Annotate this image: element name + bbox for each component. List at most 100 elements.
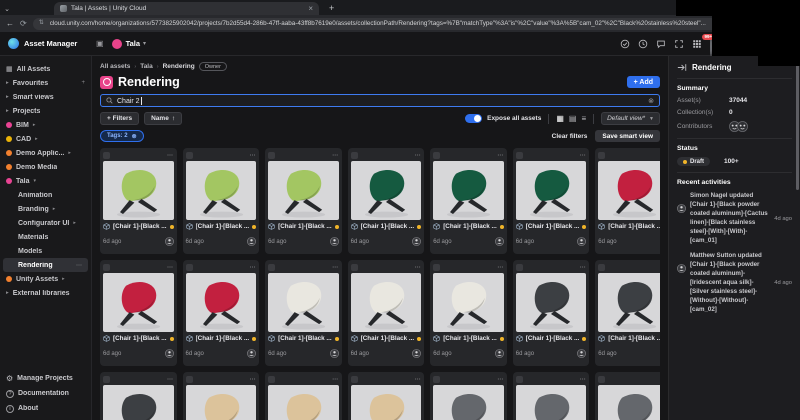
asset-card[interactable]: ⋯[Chair 1]-[Black ...6d ago bbox=[348, 372, 425, 420]
asset-card[interactable]: ⋯[Chair 1]-[Black ...6d ago bbox=[348, 148, 425, 254]
clear-search-icon[interactable]: ⊗ bbox=[648, 97, 654, 105]
sidebar-item-favourites[interactable]: ▸Favourites+ bbox=[0, 76, 91, 90]
sidebar-item-configurator-ui[interactable]: Configurator UI▸ bbox=[0, 216, 91, 230]
card-checkbox[interactable] bbox=[268, 376, 275, 383]
sidebar-item-bim[interactable]: BIM▸ bbox=[0, 118, 91, 132]
sidebar-footer-about[interactable]: iAbout bbox=[0, 401, 91, 416]
asset-card[interactable]: ⋯[Chair 1]-[Black ...6d ago bbox=[100, 372, 177, 420]
asset-card[interactable]: ⋯[Chair 1]-[Black ...6d ago bbox=[265, 372, 342, 420]
breadcrumb-rendering[interactable]: Rendering bbox=[163, 63, 195, 70]
org-name[interactable]: Tala bbox=[126, 39, 140, 48]
site-info-icon[interactable]: ⇅ bbox=[39, 20, 46, 27]
card-menu-icon[interactable]: ⋯ bbox=[580, 152, 587, 159]
card-menu-icon[interactable]: ⋯ bbox=[250, 376, 257, 383]
remove-tag-icon[interactable]: ⊗ bbox=[132, 133, 137, 140]
item-menu-icon[interactable]: ⋯ bbox=[76, 262, 82, 269]
org-chevron-down-icon[interactable]: ▾ bbox=[143, 40, 146, 47]
breadcrumb-tala[interactable]: Tala bbox=[140, 63, 153, 70]
card-checkbox[interactable] bbox=[103, 376, 110, 383]
asset-card[interactable]: ⋯[Chair 1]-[Black ...6d ago bbox=[513, 372, 590, 420]
app-brand[interactable]: Asset Manager bbox=[0, 38, 92, 49]
card-menu-icon[interactable]: ⋯ bbox=[167, 376, 174, 383]
sidebar-item-tala[interactable]: Tala▾ bbox=[0, 174, 91, 188]
sidebar-item-models[interactable]: Models bbox=[0, 244, 91, 258]
card-menu-icon[interactable]: ⋯ bbox=[167, 152, 174, 159]
filters-button[interactable]: + Filters bbox=[100, 112, 139, 125]
card-checkbox[interactable] bbox=[103, 264, 110, 271]
sidebar-item-materials[interactable]: Materials bbox=[0, 230, 91, 244]
card-menu-icon[interactable]: ⋯ bbox=[167, 264, 174, 271]
activity-item[interactable]: Simon Nagel updated [Chair 1]-[Black pow… bbox=[677, 192, 792, 246]
sidebar-item-branding[interactable]: Branding▸ bbox=[0, 202, 91, 216]
check-circle-icon[interactable] bbox=[620, 39, 630, 49]
list-view-icon[interactable]: ≡ bbox=[581, 115, 586, 123]
card-checkbox[interactable] bbox=[186, 152, 193, 159]
browser-tab[interactable]: Tala | Assets | Unity Cloud × bbox=[54, 2, 319, 15]
card-checkbox[interactable] bbox=[516, 152, 523, 159]
asset-card[interactable]: ⋯[Chair 1]-[Black ...6d ago bbox=[513, 260, 590, 366]
clock-icon[interactable] bbox=[638, 39, 648, 49]
search-input[interactable]: Chair 2 ⊗ bbox=[100, 94, 660, 107]
panel-scrollbar[interactable] bbox=[796, 62, 799, 190]
card-menu-icon[interactable]: ⋯ bbox=[250, 152, 257, 159]
tab-close-icon[interactable]: × bbox=[308, 5, 313, 13]
new-tab-button[interactable]: + bbox=[329, 3, 334, 13]
card-menu-icon[interactable]: ⋯ bbox=[332, 376, 339, 383]
card-checkbox[interactable] bbox=[186, 264, 193, 271]
sidebar-footer-manage-projects[interactable]: ⚙Manage Projects bbox=[0, 371, 91, 386]
card-checkbox[interactable] bbox=[186, 376, 193, 383]
card-menu-icon[interactable]: ⋯ bbox=[497, 152, 504, 159]
reload-icon[interactable]: ⟳ bbox=[20, 20, 27, 28]
asset-card[interactable]: ⋯[Chair 1]-[Black ...6d ago bbox=[595, 260, 660, 366]
asset-card[interactable]: ⋯[Chair 1]-[Black ...6d ago bbox=[513, 148, 590, 254]
card-checkbox[interactable] bbox=[351, 376, 358, 383]
add-favourite-icon[interactable]: + bbox=[81, 80, 85, 86]
asset-card[interactable]: ⋯[Chair 1]-[Black ...6d ago bbox=[100, 260, 177, 366]
back-icon[interactable]: ← bbox=[6, 20, 14, 28]
card-menu-icon[interactable]: ⋯ bbox=[580, 264, 587, 271]
sidebar-footer-documentation[interactable]: ?Documentation bbox=[0, 386, 91, 401]
sidebar-item-rendering[interactable]: Rendering⋯ bbox=[3, 258, 88, 272]
asset-card[interactable]: ⋯[Chair 1]-[Black ...6d ago bbox=[183, 148, 260, 254]
sidebar-item-animation[interactable]: Animation bbox=[0, 188, 91, 202]
card-menu-icon[interactable]: ⋯ bbox=[497, 264, 504, 271]
sidebar-item-cad[interactable]: CAD▸ bbox=[0, 132, 91, 146]
sort-button[interactable]: Name↑ bbox=[144, 112, 182, 125]
sidebar-item-projects[interactable]: ▸Projects bbox=[0, 104, 91, 118]
card-menu-icon[interactable]: ⋯ bbox=[497, 376, 504, 383]
card-checkbox[interactable] bbox=[103, 152, 110, 159]
grid-view-icon[interactable]: ▦ bbox=[556, 115, 564, 123]
asset-card[interactable]: ⋯[Chair 1]-[Black ...6d ago bbox=[595, 148, 660, 254]
fullscreen-icon[interactable] bbox=[674, 39, 684, 49]
sidebar-toggle-icon[interactable]: ▣ bbox=[96, 39, 104, 48]
card-menu-icon[interactable]: ⋯ bbox=[580, 376, 587, 383]
asset-card[interactable]: ⋯[Chair 1]-[Black ...6d ago bbox=[430, 148, 507, 254]
sidebar-item-demo-media[interactable]: Demo Media bbox=[0, 160, 91, 174]
sidebar-item-external-libraries[interactable]: ▸External libraries bbox=[0, 286, 91, 300]
asset-card[interactable]: ⋯[Chair 1]-[Black ...6d ago bbox=[100, 148, 177, 254]
asset-card[interactable]: ⋯[Chair 1]-[Black ...6d ago bbox=[595, 372, 660, 420]
contributor-avatars[interactable] bbox=[729, 121, 748, 132]
activity-item[interactable]: Matthew Sutton updated [Chair 1]-[Black … bbox=[677, 252, 792, 315]
tags-filter-pill[interactable]: Tags: 2⊗ bbox=[100, 130, 144, 142]
apps-grid-icon[interactable] bbox=[692, 39, 702, 49]
detail-view-icon[interactable]: ▤ bbox=[569, 115, 577, 123]
card-menu-icon[interactable]: ⋯ bbox=[415, 376, 422, 383]
card-checkbox[interactable] bbox=[598, 152, 605, 159]
asset-card[interactable]: ⋯[Chair 1]-[Black ...6d ago bbox=[430, 260, 507, 366]
sidebar-item-unity-assets[interactable]: Unity Assets▸ bbox=[0, 272, 91, 286]
card-checkbox[interactable] bbox=[351, 152, 358, 159]
card-checkbox[interactable] bbox=[433, 376, 440, 383]
card-checkbox[interactable] bbox=[268, 152, 275, 159]
card-checkbox[interactable] bbox=[433, 152, 440, 159]
asset-card[interactable]: ⋯[Chair 1]-[Black ...6d ago bbox=[183, 372, 260, 420]
card-checkbox[interactable] bbox=[598, 264, 605, 271]
card-checkbox[interactable] bbox=[516, 376, 523, 383]
breadcrumb-all-assets[interactable]: All assets bbox=[100, 63, 130, 70]
clear-filters-button[interactable]: Clear filters bbox=[552, 133, 588, 140]
asset-card[interactable]: ⋯[Chair 1]-[Black ...6d ago bbox=[265, 260, 342, 366]
asset-card[interactable]: ⋯[Chair 1]-[Black ...6d ago bbox=[265, 148, 342, 254]
save-smart-view-button[interactable]: Save smart view bbox=[595, 130, 660, 142]
sidebar-item-all-assets[interactable]: ▦All Assets bbox=[0, 62, 91, 76]
collapse-panel-icon[interactable] bbox=[677, 63, 687, 72]
